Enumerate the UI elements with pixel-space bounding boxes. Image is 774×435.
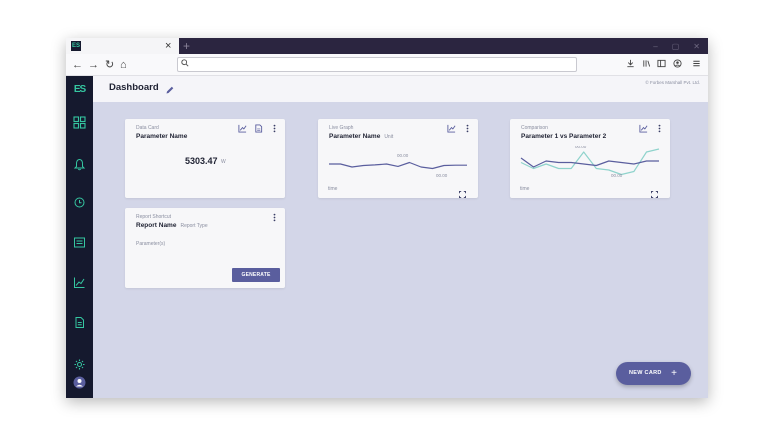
copyright-text: © Forbes Marshall Pvt. Ltd. [645, 80, 700, 85]
report-type: Report Type [180, 223, 208, 229]
new-card-label: NEW CARD [629, 370, 662, 376]
dashboard-header: Dashboard © Forbes Marshall Pvt. Ltd. [93, 76, 708, 102]
annotation-label: 00.00 [397, 153, 409, 158]
data-card[interactable]: Data Card Parameter Name 5303.47 W [125, 119, 285, 198]
card-type-label: Report Shortcut [136, 214, 172, 220]
card-title: Report Name Report Type [136, 222, 208, 229]
document-icon[interactable] [73, 316, 86, 329]
browser-toolbar: ← → ↻ ⌂ [66, 54, 708, 76]
app-sidebar: ES [66, 76, 93, 398]
more-vert-icon[interactable] [463, 124, 472, 133]
window-controls: – ▢ ✕ [653, 38, 700, 54]
chart-icon[interactable] [73, 276, 86, 289]
generate-button[interactable]: GENERATE [232, 268, 280, 282]
minimize-button[interactable]: – [653, 42, 657, 51]
parameter-name: Parameter Name [329, 133, 381, 140]
report-parameters: Parameter(s) [136, 241, 166, 247]
chart-icon[interactable] [447, 124, 456, 133]
maximize-button[interactable]: ▢ [672, 42, 680, 51]
time-axis-label: time [520, 186, 530, 192]
annotation-label: 00.00 [436, 173, 448, 178]
series-line-2 [520, 148, 660, 176]
data-value: 5303.47 [185, 156, 218, 166]
tab-bar: ES × + – ▢ ✕ [66, 38, 708, 54]
plus-icon: + [671, 368, 677, 379]
card-title: Parameter 1 vs Parameter 2 [521, 133, 607, 140]
url-bar[interactable] [177, 57, 577, 72]
download-icon[interactable] [626, 58, 635, 72]
time-axis-label: time [328, 186, 338, 192]
close-window-button[interactable]: ✕ [693, 42, 700, 51]
account-icon[interactable] [673, 58, 682, 72]
document-icon[interactable] [254, 124, 263, 133]
sidebar-toggle-icon[interactable] [657, 58, 666, 72]
tab-close-button[interactable]: × [165, 39, 171, 53]
report-shortcut-card[interactable]: Report Shortcut Report Name Report Type P… [125, 208, 285, 288]
tab-active[interactable]: ES × [66, 38, 179, 54]
library-icon[interactable] [642, 58, 651, 72]
report-name: Report Name [136, 222, 177, 229]
page-title: Dashboard [109, 82, 159, 93]
settings-icon[interactable] [73, 358, 86, 371]
edit-title-icon[interactable] [165, 82, 175, 94]
new-card-button[interactable]: NEW CARD + [616, 362, 691, 385]
dashboard-icon[interactable] [73, 116, 86, 129]
comparison-chart: 00.00 00.00 [520, 146, 660, 178]
data-unit: W [221, 159, 226, 165]
favicon-icon: ES [71, 41, 81, 51]
more-vert-icon[interactable] [270, 213, 279, 222]
live-graph-chart: 00.00 00.00 [329, 153, 467, 178]
browser-window: ES × + – ▢ ✕ ← → ↻ ⌂ ES Dashboard © Forb… [66, 38, 708, 398]
new-tab-button[interactable]: + [183, 38, 190, 54]
history-icon[interactable] [73, 196, 86, 209]
chart-icon[interactable] [639, 124, 648, 133]
more-vert-icon[interactable] [655, 124, 664, 133]
bell-icon[interactable] [73, 158, 86, 171]
user-icon[interactable] [73, 376, 86, 389]
card-type-label: Data Card [136, 125, 159, 131]
chart-icon[interactable] [238, 124, 247, 133]
app-logo: ES [73, 84, 86, 95]
card-type-label: Live Graph [329, 125, 354, 131]
comparison-card[interactable]: Comparison Parameter 1 vs Parameter 2 00… [510, 119, 670, 198]
annotation-label: 00.00 [575, 146, 587, 149]
card-type-label: Comparison [521, 125, 548, 131]
parameter-unit: Unit [384, 134, 394, 140]
live-graph-card[interactable]: Live Graph Parameter Name Unit 00.00 00.00… [318, 119, 478, 198]
reload-button[interactable]: ↻ [105, 58, 114, 72]
report-icon[interactable] [73, 236, 86, 249]
annotation-label: 00.00 [611, 173, 623, 178]
back-button[interactable]: ← [72, 58, 83, 72]
card-title: Parameter Name Unit [329, 133, 393, 140]
card-title: Parameter Name [136, 133, 188, 140]
more-vert-icon[interactable] [270, 124, 279, 133]
search-icon [181, 58, 189, 71]
home-button[interactable]: ⌂ [120, 58, 127, 72]
menu-icon[interactable] [692, 58, 701, 72]
series-line-1 [329, 161, 467, 170]
expand-icon[interactable] [651, 185, 658, 198]
expand-icon[interactable] [459, 185, 466, 198]
forward-button[interactable]: → [88, 58, 99, 72]
